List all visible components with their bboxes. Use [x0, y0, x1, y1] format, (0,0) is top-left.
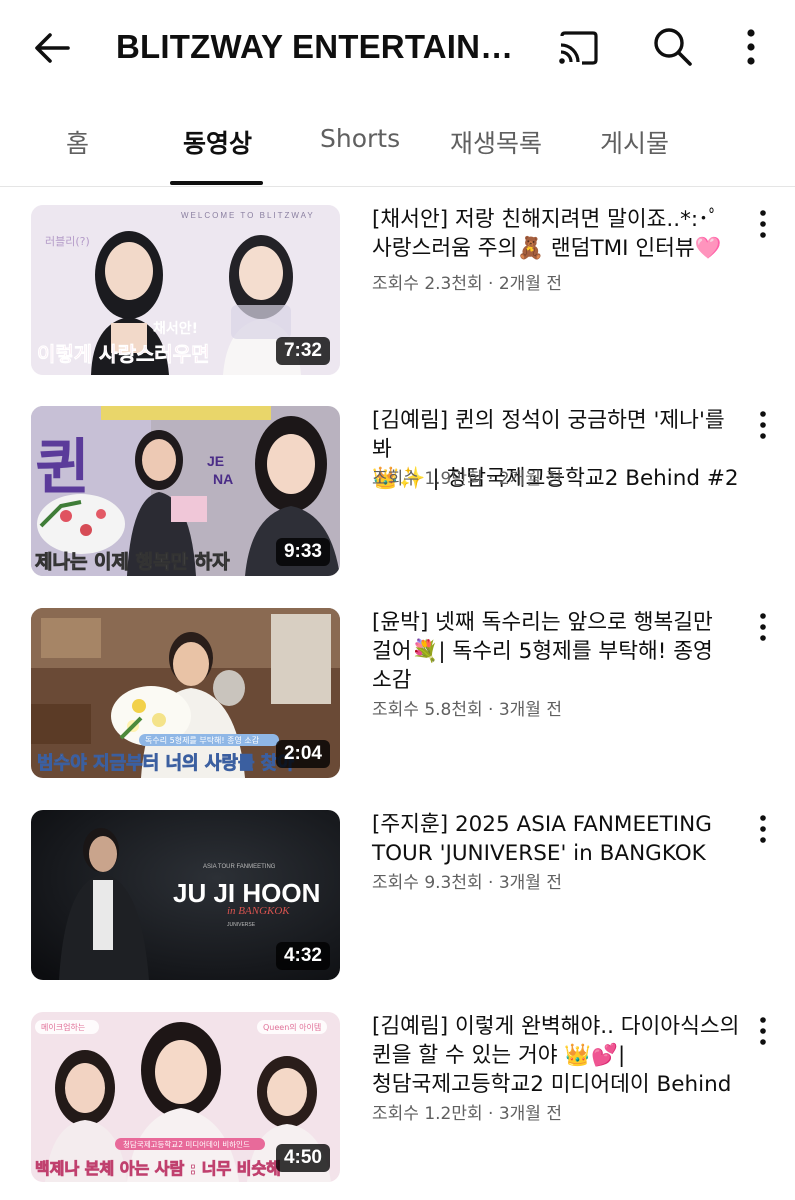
video-title[interactable]: [윤박] 넷째 독수리는 앞으로 행복길만 걸어💐| 독수리 5형제를 부탁해!… [372, 608, 742, 695]
channel-title: BLITZWAY ENTERTAIN… [116, 28, 514, 65]
thumbnail-caption: WELCOME TO BLITZWAY [181, 211, 315, 220]
video-title[interactable]: [김예림] 이렇게 완벽해야.. 다이아식스의 퀸을 할 수 있는 거야 👑💕|… [372, 1012, 742, 1099]
svg-text:청담국제고등학교2 미디어데이 비하인드: 청담국제고등학교2 미디어데이 비하인드 [123, 1139, 250, 1149]
video-thumbnail[interactable]: 메이크업하는 Queen의 아이템 청담국제고등학교2 미디어데이 비하인드 백… [31, 1012, 340, 1182]
tab-shorts[interactable]: Shorts [320, 124, 400, 153]
svg-text:이렇게 사랑스러우면: 이렇게 사랑스러우면 [37, 342, 210, 366]
search-icon[interactable] [650, 24, 694, 68]
video-more-icon[interactable] [752, 1014, 774, 1048]
tab-posts[interactable]: 게시물 [600, 124, 669, 160]
tab-home[interactable]: 홈 [66, 124, 89, 160]
video-duration: 4:50 [275, 1144, 330, 1172]
svg-text:백제나 본체 아는 사람 : 너무 비슷해: 백제나 본체 아는 사람 : 너무 비슷해 [35, 1159, 281, 1178]
video-meta: 조회수 1.2만회 · 3개월 전 [372, 1104, 562, 1124]
video-meta: 조회수 9.3천회 · 3개월 전 [372, 873, 562, 893]
video-duration: 2:04 [275, 740, 330, 768]
video-more-icon[interactable] [752, 812, 774, 846]
video-meta: 조회수 1.9만회 · 2개월 전 [372, 469, 562, 489]
video-thumbnail[interactable]: 독수리 5형제를 부탁해! 종영 소감 범수야 지금부터 너의 사랑를 찾아 2… [31, 608, 340, 778]
video-title[interactable]: [채서안] 저랑 친해지려면 말이죠..*:･ﾟ 사랑스러움 주의🧸 랜덤TMI… [372, 205, 742, 263]
svg-text:in BANGKOK: in BANGKOK [227, 905, 290, 917]
svg-text:NA: NA [213, 471, 233, 487]
video-thumbnail[interactable]: WELCOME TO BLITZWAY 러블리(?) 이렇게 사랑스러우면 채서… [31, 205, 340, 375]
video-meta: 조회수 5.8천회 · 3개월 전 [372, 700, 562, 720]
video-thumbnail[interactable]: 퀸 JE NA 제나는 이제 행복만 하자 9:33 [31, 406, 340, 576]
video-duration: 4:32 [275, 942, 330, 970]
svg-text:범수야 지금부터 너의 사랑를 찾아: 범수야 지금부터 너의 사랑를 찾아 [37, 753, 294, 774]
svg-text:메이크업하는: 메이크업하는 [41, 1022, 85, 1032]
svg-text:제나는 이제 행복만 하자: 제나는 이제 행복만 하자 [35, 551, 230, 573]
video-more-icon[interactable] [752, 408, 774, 442]
svg-text:독수리 5형제를 부탁해! 종영 소감: 독수리 5형제를 부탁해! 종영 소감 [145, 735, 260, 745]
video-more-icon[interactable] [752, 207, 774, 241]
video-duration: 9:33 [275, 538, 330, 566]
back-arrow-icon[interactable] [30, 26, 74, 70]
top-app-bar: BLITZWAY ENTERTAIN… [0, 0, 795, 96]
svg-text:러블리(?): 러블리(?) [45, 235, 90, 248]
video-thumbnail[interactable]: ASIA TOUR FANMEETING JU JI HOON in BANGK… [31, 810, 340, 980]
svg-text:JE: JE [207, 453, 224, 469]
cast-icon[interactable] [556, 26, 602, 70]
svg-text:퀸: 퀸 [35, 433, 90, 503]
tab-playlists[interactable]: 재생목록 [450, 124, 542, 160]
svg-text:Queen의 아이템: Queen의 아이템 [263, 1022, 321, 1032]
video-duration: 7:32 [275, 337, 330, 365]
svg-text:JU JI HOON: JU JI HOON [173, 878, 320, 908]
more-vert-icon[interactable] [736, 22, 766, 72]
video-title[interactable]: [주지훈] 2025 ASIA FANMEETING TOUR 'JUNIVER… [372, 810, 742, 868]
svg-text:ASIA TOUR FANMEETING: ASIA TOUR FANMEETING [203, 864, 276, 870]
channel-tabs: 홈 동영상 Shorts 재생목록 게시물 [0, 96, 795, 187]
svg-text:JUNIVERSE: JUNIVERSE [227, 922, 256, 928]
active-tab-indicator [170, 181, 263, 185]
video-meta: 조회수 2.3천회 · 2개월 전 [372, 274, 562, 294]
svg-text:채서안!: 채서안! [153, 320, 198, 337]
video-more-icon[interactable] [752, 610, 774, 644]
tab-videos[interactable]: 동영상 [183, 124, 252, 160]
